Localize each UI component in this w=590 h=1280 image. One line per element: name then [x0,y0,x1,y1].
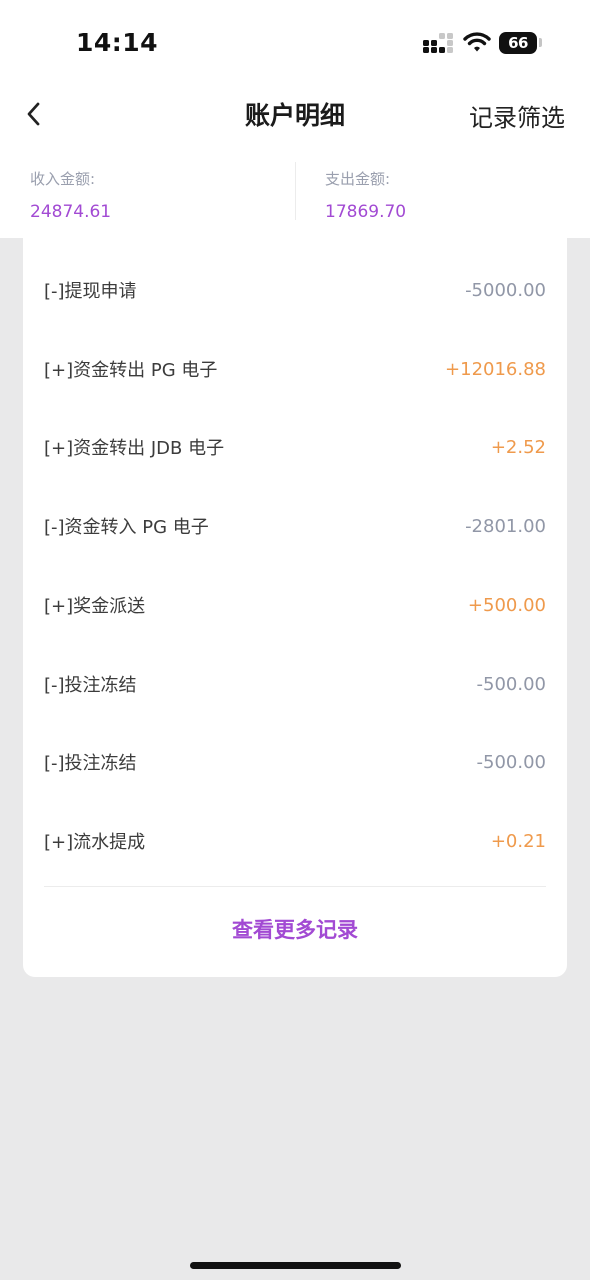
transaction-amount: +12016.88 [445,358,546,380]
home-indicator[interactable] [190,1262,401,1269]
transaction-label: [+]流水提成 [44,832,146,853]
wifi-icon [463,32,491,52]
transaction-label: [-]投注冻结 [44,753,137,774]
transaction-row[interactable]: [-]投注冻结 -500.00 [44,664,546,704]
transaction-amount: -5000.00 [465,279,546,301]
transaction-card: [-]提现申请 -5000.00 [+]资金转出 PG 电子 +12016.88… [23,238,567,977]
status-time: 14:14 [76,28,159,57]
filter-records-button[interactable]: 记录筛选 [469,98,565,133]
back-button[interactable] [16,96,50,132]
battery-icon: 66 [499,32,537,54]
transaction-label: [-]资金转入 PG 电子 [44,517,209,538]
cellular-signal-icon [423,33,453,53]
expense-value: 17869.70 [325,202,407,222]
transaction-amount: -500.00 [476,673,546,695]
transaction-label: [+]资金转出 PG 电子 [44,360,218,381]
transaction-amount: -2801.00 [465,515,546,537]
battery-cap [539,38,542,47]
transaction-row[interactable]: [-]投注冻结 -500.00 [44,742,546,782]
transaction-amount: +500.00 [467,594,546,616]
list-divider [44,886,546,887]
transaction-label: [+]奖金派送 [44,596,146,617]
transaction-row[interactable]: [-]资金转入 PG 电子 -2801.00 [44,506,546,546]
transaction-row[interactable]: [+]资金转出 PG 电子 +12016.88 [44,349,546,389]
transaction-row[interactable]: [+]流水提成 +0.21 [44,821,546,861]
battery-level: 66 [508,34,528,52]
view-more-records-link[interactable]: 查看更多记录 [23,914,567,944]
transaction-label: [-]投注冻结 [44,675,137,696]
chevron-left-icon [27,102,40,126]
summary-divider [295,162,296,220]
transaction-row[interactable]: [+]资金转出 JDB 电子 +2.52 [44,427,546,467]
transaction-row[interactable]: [-]提现申请 -5000.00 [44,270,546,310]
transaction-amount: +2.52 [490,436,546,458]
income-value: 24874.61 [30,202,112,222]
transaction-label: [+]资金转出 JDB 电子 [44,438,225,459]
income-label: 收入金额: [30,170,96,188]
transaction-label: [-]提现申请 [44,281,137,302]
transaction-row[interactable]: [+]奖金派送 +500.00 [44,585,546,625]
expense-label: 支出金额: [325,170,391,188]
transaction-amount: +0.21 [490,830,546,852]
transaction-amount: -500.00 [476,751,546,773]
